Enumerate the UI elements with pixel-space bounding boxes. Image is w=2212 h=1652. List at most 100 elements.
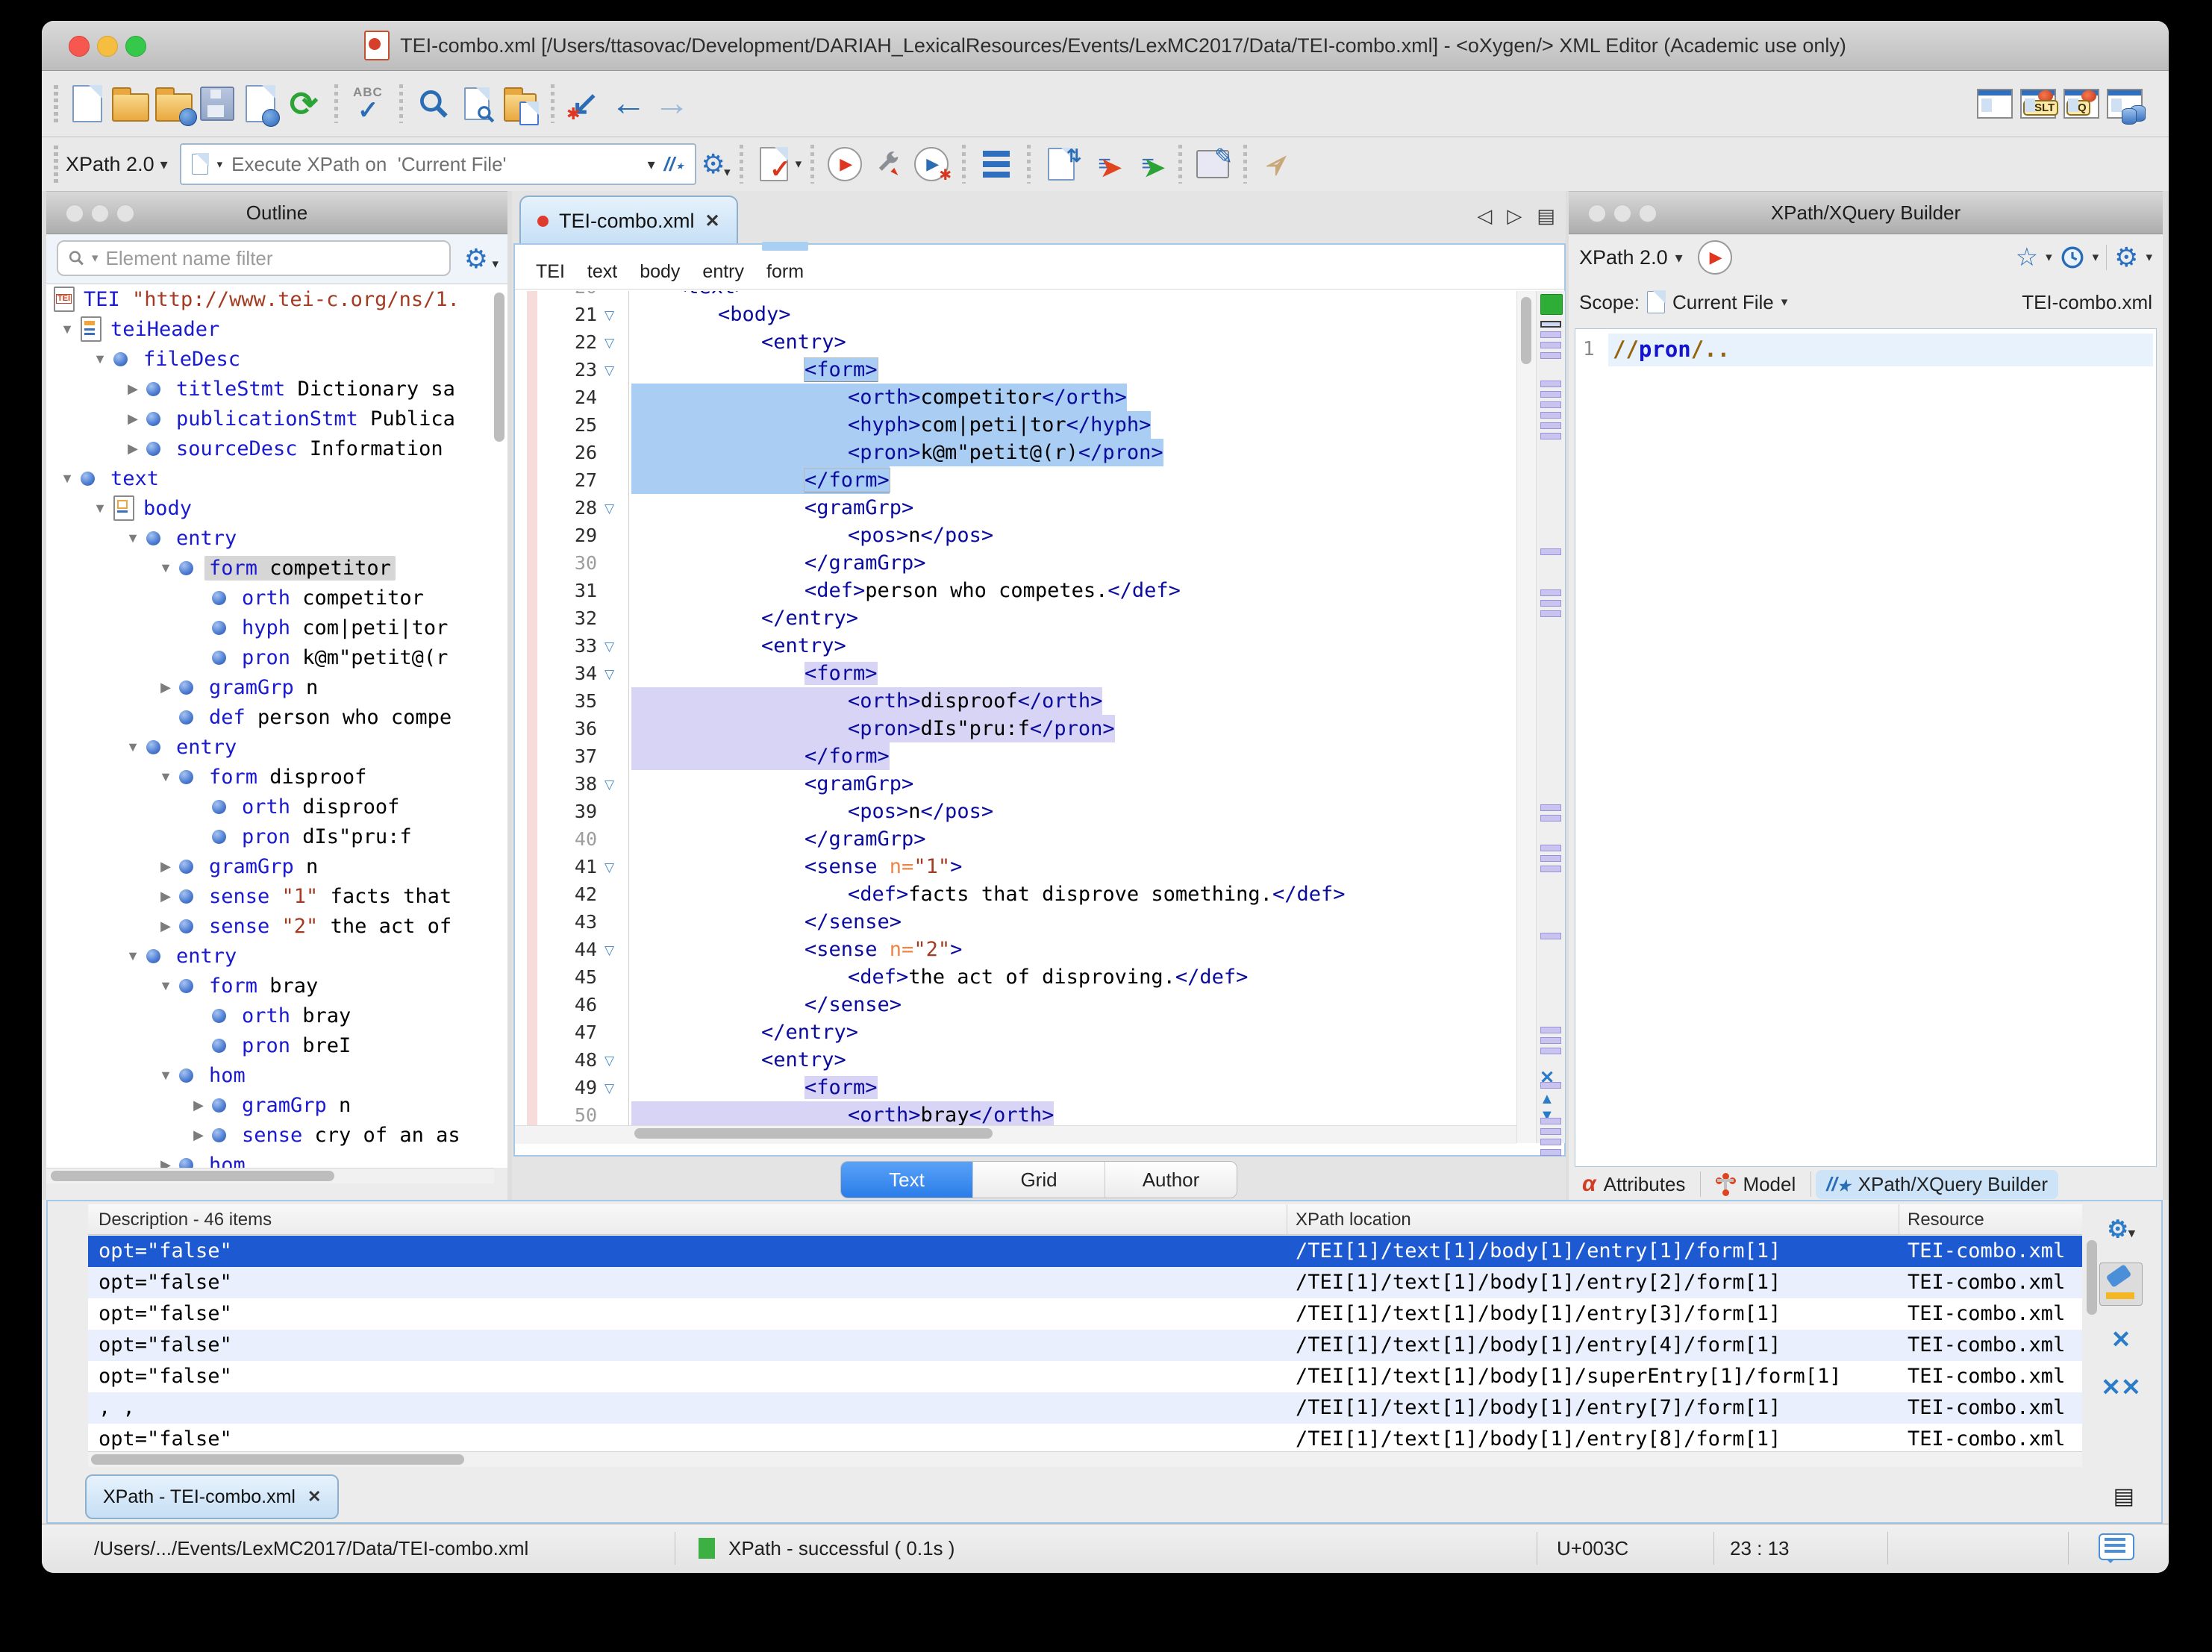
- outline-item-label[interactable]: form disproof: [204, 765, 371, 789]
- xpath-result-marker[interactable]: [1540, 933, 1561, 939]
- outline-settings-button[interactable]: ⚙: [464, 243, 488, 275]
- xpath-result-marker[interactable]: [1540, 352, 1561, 359]
- refactor-red-button[interactable]: ≡ ➤: [1083, 143, 1126, 186]
- xpath-result-marker[interactable]: [1540, 401, 1561, 408]
- close-tab-icon[interactable]: ✕: [307, 1487, 321, 1506]
- xpath-result-marker[interactable]: [1540, 391, 1561, 398]
- configure-transformation-button[interactable]: [866, 143, 910, 186]
- tree-collapse-arrow-icon[interactable]: ▼: [54, 471, 81, 486]
- xpath-result-marker[interactable]: [1540, 1082, 1561, 1089]
- apply-transformation-button[interactable]: ▶: [823, 143, 866, 186]
- chevron-down-icon[interactable]: ▾: [2046, 250, 2052, 265]
- xpath-column-header[interactable]: XPath location: [1296, 1210, 1411, 1230]
- fold-marker-icon[interactable]: ▽: [604, 660, 614, 688]
- code-line-30[interactable]: 30 </gramGrp>: [515, 549, 1516, 577]
- debug-xslt-button[interactable]: XSLT: [2016, 82, 2060, 125]
- outline-item-label[interactable]: publicationStmt Publica: [172, 407, 460, 431]
- fold-marker-icon[interactable]: ▽: [604, 329, 614, 357]
- outline-horizontal-scrollbar[interactable]: [46, 1168, 494, 1183]
- tree-expand-arrow-icon[interactable]: ▶: [185, 1098, 212, 1113]
- result-row[interactable]: opt="false" /TEI[1]/text[1]/body[1]/entry…: [88, 1267, 2082, 1298]
- next-tab-icon[interactable]: ▷: [1507, 204, 1522, 228]
- outline-item-label[interactable]: pron breI: [237, 1033, 355, 1058]
- outline-item-label[interactable]: orth disproof: [237, 795, 404, 819]
- outline-item-label[interactable]: gramGrp n: [237, 1093, 355, 1118]
- outline-item-label[interactable]: gramGrp n: [204, 675, 322, 700]
- chevron-down-icon[interactable]: ▾: [492, 257, 499, 272]
- element-filter-box[interactable]: ▾: [57, 240, 451, 276]
- tree-expand-arrow-icon[interactable]: ▶: [152, 1157, 179, 1168]
- results-table-header[interactable]: Description - 46 items XPath location Re…: [88, 1204, 2082, 1235]
- chevron-down-icon[interactable]: ▾: [92, 251, 99, 266]
- xpath-result-marker[interactable]: [1540, 422, 1561, 429]
- tree-expand-arrow-icon[interactable]: ▶: [152, 859, 179, 875]
- scrollbar-thumb[interactable]: [1521, 297, 1531, 364]
- editor-horizontal-scrollbar[interactable]: [515, 1125, 1516, 1144]
- builder-panel-header[interactable]: XPath/XQuery Builder: [1569, 191, 2163, 234]
- chevron-down-icon[interactable]: ▾: [648, 155, 655, 174]
- tree-collapse-arrow-icon[interactable]: ▼: [152, 560, 179, 576]
- breadcrumb-item-TEI[interactable]: TEI: [536, 261, 565, 283]
- outline-item-hyph[interactable]: hyph com|peti|tor: [46, 613, 507, 642]
- toolbar-drag-handle[interactable]: [54, 146, 58, 183]
- outline-item-titleStmt[interactable]: ▶ titleStmt Dictionary sa: [46, 374, 507, 404]
- overview-ruler[interactable]: ✕ ▲ ▼: [1536, 291, 1565, 1156]
- code-line-50[interactable]: 50 <orth>bray</orth>: [515, 1101, 1516, 1125]
- panel-list-icon[interactable]: ▤: [2113, 1483, 2134, 1509]
- outline-item-label[interactable]: entry: [172, 735, 241, 760]
- results-horizontal-scrollbar[interactable]: [88, 1451, 2082, 1467]
- tree-expand-arrow-icon[interactable]: ▶: [185, 1127, 212, 1143]
- open-button[interactable]: [109, 82, 152, 125]
- code-line-43[interactable]: 43 </sense>: [515, 908, 1516, 936]
- panel-zoom-icon[interactable]: [1639, 204, 1657, 222]
- mode-button-text[interactable]: Text: [841, 1162, 972, 1198]
- xpath-result-marker[interactable]: [1540, 610, 1561, 617]
- code-line-35[interactable]: 35 <orth>disproof</orth>: [515, 687, 1516, 715]
- outline-item-entry[interactable]: ▼ entry: [46, 941, 507, 971]
- find-resource-button[interactable]: [499, 82, 542, 125]
- toolbar-drag-handle[interactable]: [54, 85, 58, 122]
- debug-scenario-button[interactable]: ▶ ✱: [910, 143, 953, 186]
- code-line-48[interactable]: 48 ▽ <entry>: [515, 1046, 1516, 1074]
- xpath-result-marker[interactable]: [1540, 548, 1561, 555]
- code-line-49[interactable]: 49 ▽ <form>: [515, 1074, 1516, 1101]
- title-bar[interactable]: TEI-combo.xml [/Users/ttasovac/Developme…: [42, 21, 2169, 71]
- reset-layout-button[interactable]: [1973, 82, 2016, 125]
- tree-collapse-arrow-icon[interactable]: ▼: [152, 769, 179, 785]
- outline-item-label[interactable]: titleStmt Dictionary sa: [172, 377, 460, 401]
- mode-button-author[interactable]: Author: [1105, 1162, 1237, 1198]
- validate-button[interactable]: ✓: [752, 143, 796, 186]
- outline-item-gramGrp[interactable]: ▶ gramGrp n: [46, 851, 507, 881]
- outline-item-entry[interactable]: ▼ entry: [46, 732, 507, 762]
- chevron-down-icon[interactable]: ▾: [1675, 248, 1683, 267]
- description-column-header[interactable]: Description - 46 items: [99, 1210, 272, 1230]
- remove-all-results-button[interactable]: ✕✕: [2091, 1373, 2151, 1401]
- code-line-40[interactable]: 40 </gramGrp>: [515, 825, 1516, 853]
- xpath-result-marker[interactable]: [1540, 1048, 1561, 1054]
- panel-minimize-icon[interactable]: [1613, 204, 1631, 222]
- outline-item-label[interactable]: hom: [204, 1063, 250, 1088]
- code-line-42[interactable]: 42 <def>facts that disprove something.</d…: [515, 880, 1516, 908]
- tree-expand-arrow-icon[interactable]: ▶: [152, 919, 179, 934]
- code-line-41[interactable]: 41 ▽ <sense n="1">: [515, 853, 1516, 880]
- scrollbar-thumb[interactable]: [634, 1128, 993, 1139]
- scrollbar-thumb[interactable]: [91, 1454, 464, 1465]
- notifications-icon[interactable]: [2099, 1533, 2134, 1563]
- code-line-31[interactable]: 31 <def>person who competes.</def>: [515, 577, 1516, 604]
- xpath-settings-button[interactable]: ⚙ ▾: [696, 143, 731, 186]
- outline-item-gramGrp[interactable]: ▶ gramGrp n: [46, 672, 507, 702]
- external-tools-button[interactable]: ➢: [1256, 143, 1299, 186]
- xpath-result-marker[interactable]: [1540, 1118, 1561, 1124]
- xpath-result-marker[interactable]: [1540, 412, 1561, 419]
- editor-tab[interactable]: TEI-combo.xml ✕: [519, 195, 738, 245]
- outline-item-fileDesc[interactable]: ▼ fileDesc: [46, 344, 507, 374]
- xpath-result-marker[interactable]: [1540, 342, 1561, 348]
- prev-marker-icon[interactable]: ▲: [1540, 1091, 1555, 1108]
- outline-item-pron[interactable]: pron breI: [46, 1030, 507, 1060]
- fold-marker-icon[interactable]: ▽: [604, 301, 614, 329]
- tree-collapse-arrow-icon[interactable]: ▼: [152, 978, 179, 994]
- outline-item-publicationStmt[interactable]: ▶ publicationStmt Publica: [46, 404, 507, 434]
- xpath-result-marker[interactable]: [1540, 845, 1561, 851]
- element-filter-input[interactable]: [104, 245, 440, 271]
- chevron-down-icon[interactable]: ▾: [1781, 295, 1788, 310]
